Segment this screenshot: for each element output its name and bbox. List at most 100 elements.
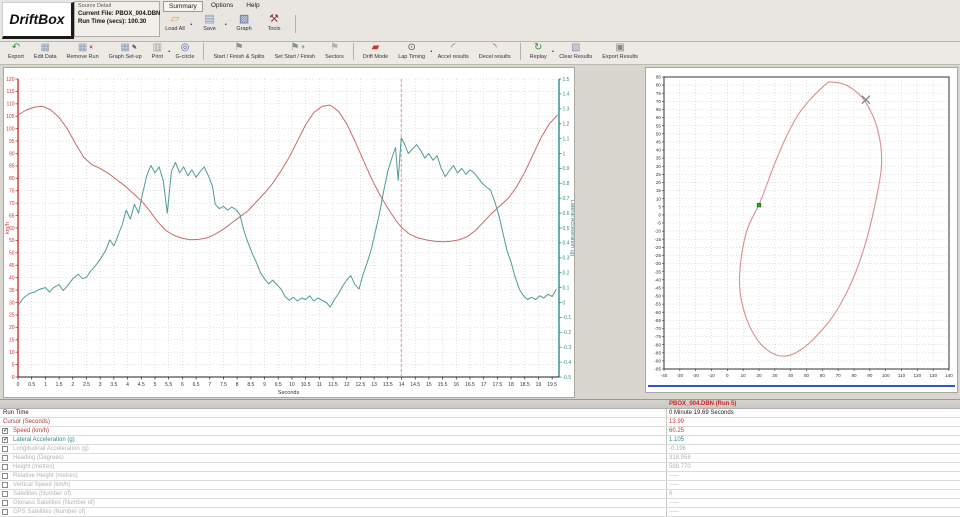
track-map-panel[interactable]: -95-90-85-80-75-70-65-60-55-50-45-40-35-… [645,67,958,393]
dropdown-dot[interactable]: . [190,17,193,27]
decel-results-icon: ◝ [479,42,511,53]
toolbar-button-save[interactable]: ▤Save [195,13,225,32]
svg-text:-10: -10 [654,229,661,234]
svg-text:90: 90 [867,373,873,378]
toolbar-button-graph[interactable]: ▨Graph [229,13,259,32]
toolbar-label: Remove Run [67,54,99,60]
channel-checkbox[interactable] [2,500,8,506]
menu-tab-summary[interactable]: Summary [163,1,203,12]
toolbar-button-remove-run[interactable]: ▦×Remove Run [62,42,104,60]
svg-text:16: 16 [453,382,459,388]
table-row[interactable]: ✓Speed (km/h)60.25 [0,427,960,436]
table-row[interactable]: ✓Lateral Acceleration (g)1.105 [0,436,960,445]
save-icon: ▤ [195,13,225,26]
toolbar-separator [295,15,296,33]
toolbar-button-drift-mode[interactable]: ▰Drift Mode [358,42,393,60]
current-file-label: Current File: PBOX_004.DBN [78,11,156,17]
svg-text:140: 140 [945,373,953,378]
toolbar-button-replay[interactable]: ↻Replay [525,42,552,60]
table-row[interactable]: Relative Height (metres)----- [0,472,960,481]
svg-text:110: 110 [7,102,15,108]
toolbar-button-set-start-finish[interactable]: ⚑+Set Start / Finish [270,42,321,60]
svg-text:17: 17 [481,382,487,388]
series-speed [18,105,558,242]
svg-text:70: 70 [836,373,842,378]
svg-text:100: 100 [882,373,890,378]
toolbar-button-sectors[interactable]: ⚑Sectors [320,42,349,60]
channel-checkbox[interactable] [2,455,8,461]
svg-text:-70: -70 [654,326,661,331]
source-detail-panel: Source Detail Current File: PBOX_004.DBN… [74,1,160,37]
svg-text:15: 15 [426,382,432,388]
sectors-icon: ⚑ [325,42,344,53]
toolbar-label: Print [152,54,163,60]
x-axis-title: Seconds [278,390,300,396]
track-map-chart[interactable]: -95-90-85-80-75-70-65-60-55-50-45-40-35-… [646,68,957,383]
svg-text:0: 0 [17,382,20,388]
channel-checkbox[interactable]: ✓ [2,437,8,443]
channel-checkbox[interactable] [2,509,8,515]
channel-checkbox[interactable] [2,482,8,488]
channel-checkbox[interactable] [2,491,8,497]
table-row[interactable]: Run Time0 Minute 19.69 Seconds [0,409,960,418]
dropdown-dot[interactable]: . [225,17,228,27]
table-row[interactable]: GPS Satellites (Number of)----- [0,508,960,517]
channel-value: ----- [669,508,679,516]
svg-text:120: 120 [6,77,15,83]
svg-text:-65: -65 [654,318,661,323]
drift-mode-icon: ▰ [363,42,388,53]
toolbar-button-start-finish-splits[interactable]: ⚑Start / Finish & Splits [208,42,269,60]
column-divider [666,508,667,516]
channel-checkbox[interactable]: ✓ [2,428,8,434]
svg-text:120: 120 [913,373,921,378]
toolbar-button-accel-results[interactable]: ◜Accel results [433,42,474,60]
svg-text:14: 14 [399,382,405,388]
main-chart-panel[interactable]: 0510152025303540455055606570758085909510… [3,67,575,398]
svg-text:40: 40 [9,275,15,281]
svg-text:-95: -95 [654,367,661,372]
table-row[interactable]: Cursor (Seconds)13.99 [0,418,960,427]
toolbar-button-graph-set-up[interactable]: ▦✎Graph Set-up [104,42,147,60]
svg-text:55: 55 [9,238,15,244]
table-header-row: PBOX_004.DBN (Run 5) [0,400,960,409]
toolbar-button-tools[interactable]: ⚒Tools [259,13,289,32]
svg-text:30: 30 [772,373,778,378]
svg-text:1: 1 [563,151,566,157]
channel-label: Cursor (Seconds) [3,418,50,426]
speed-lateral-chart[interactable]: 0510152025303540455055606570758085909510… [4,68,574,397]
table-row[interactable]: Glonass Satellites (Number of)----- [0,499,960,508]
menu-tab-options[interactable]: Options [206,1,238,12]
svg-text:12: 12 [344,382,350,388]
toolbar-button-export-results[interactable]: ▣Export Results [597,42,643,60]
channel-checkbox[interactable] [2,446,8,452]
g-circle-icon: ◎ [176,42,195,53]
svg-text:20: 20 [756,373,762,378]
toolbar-button-decel-results[interactable]: ◝Decel results [474,42,516,60]
toolbar-button-g-circle[interactable]: ◎G-circle [171,42,200,60]
channel-checkbox[interactable] [2,473,8,479]
menu-tab-help[interactable]: Help [241,1,264,12]
svg-text:9: 9 [263,382,266,388]
toolbar-button-print[interactable]: ▥Print [147,42,168,60]
toolbar-button-clear-results[interactable]: ▧Clear Results [554,42,597,60]
table-row[interactable]: Vertical Speed (km/h)----- [0,481,960,490]
set-start-finish-icon-overlay: + [301,43,305,54]
svg-text:100: 100 [6,126,15,132]
svg-text:1.1: 1.1 [563,136,570,142]
table-row[interactable]: Heading (Degrees)318.958 [0,454,960,463]
toolbar-button-export[interactable]: ↶Export [3,42,29,60]
toolbar-button-load-all[interactable]: ▱Load All [160,13,190,32]
toolbar-separator [520,43,521,60]
set-start-finish-icon: ⚑+ [275,42,316,53]
channel-checkbox[interactable] [2,464,8,470]
table-row[interactable]: Height (metres)588.770 [0,463,960,472]
left-axis-title: km/h [5,222,11,234]
table-row[interactable]: Longitudinal Acceleration (g)-0.196 [0,445,960,454]
table-row[interactable]: Satellites (Number of)6 [0,490,960,499]
toolbar-button-edit-data[interactable]: ▦Edit Data [29,42,62,60]
toolbar-button-lap-timing[interactable]: ⊙Lap Timing [393,42,430,60]
svg-text:18: 18 [508,382,514,388]
svg-text:40: 40 [656,148,662,153]
svg-text:8.5: 8.5 [247,382,254,388]
run-time-label: Run Time (secs): 100.30 [78,19,156,25]
